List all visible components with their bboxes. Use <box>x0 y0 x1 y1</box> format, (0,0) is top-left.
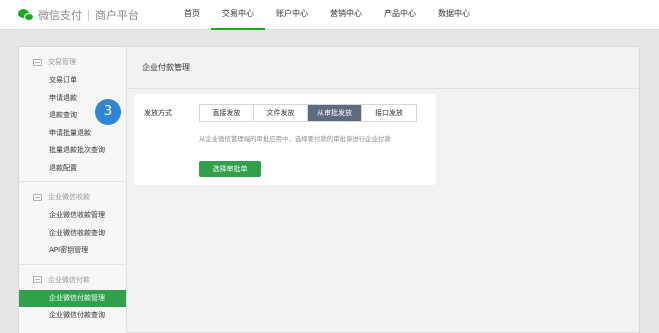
payment-method-card: 发放方式 直接发放 文件发放 从审批发放 接口发放 从企业微信管理端的审批应用中… <box>134 94 436 185</box>
sidebar-item-api-key[interactable]: API密钥管理 <box>19 242 126 260</box>
list-icon <box>33 58 42 66</box>
sidebar-group-label: 企业微信收款 <box>48 193 90 201</box>
method-label: 发放方式 <box>144 109 172 117</box>
sidebar-item-payment-manage[interactable]: 企业微信付款管理 <box>19 289 126 307</box>
tab-api[interactable]: 接口发放 <box>362 105 416 121</box>
step-badge: 3 <box>95 99 121 125</box>
sidebar-item-trade-orders[interactable]: 交易订单 <box>19 72 126 90</box>
sidebar-item-batch-refund[interactable]: 申请批量退款 <box>19 125 126 143</box>
main-nav: 首页 交易中心 账户中心 营销中心 产品中心 数据中心 <box>173 0 481 30</box>
nav-home[interactable]: 首页 <box>173 0 211 30</box>
sidebar: 交易管理 交易订单 申请退款 退款查询 申请批量退款 批量退款批次查询 退款配置… <box>19 47 127 333</box>
tab-direct[interactable]: 直接发放 <box>200 105 254 121</box>
method-description: 从企业微信管理端的审批应用中，选择要付款的审批单进行企业付款 <box>199 135 391 143</box>
page-title: 企业付款管理 <box>128 47 640 89</box>
brand-subtitle: 商户平台 <box>95 9 139 22</box>
list-icon <box>33 193 42 201</box>
nav-marketing-center[interactable]: 营销中心 <box>319 0 373 30</box>
method-tabs: 直接发放 文件发放 从审批发放 接口发放 <box>199 104 417 122</box>
tab-file[interactable]: 文件发放 <box>254 105 308 121</box>
sidebar-group-label: 企业微信付款 <box>48 275 90 284</box>
main-panel: 企业付款管理 发放方式 直接发放 文件发放 从审批发放 接口发放 从企业微信管理… <box>128 47 640 333</box>
nav-product-center[interactable]: 产品中心 <box>373 0 427 30</box>
brand-divider <box>88 9 89 21</box>
sidebar-group-title: 企业微信收款 <box>19 187 126 207</box>
nav-data-center[interactable]: 数据中心 <box>427 0 481 30</box>
nav-trade-center[interactable]: 交易中心 <box>211 0 265 30</box>
top-bar: 微信支付 商户平台 首页 交易中心 账户中心 营销中心 产品中心 数据中心 <box>0 0 659 30</box>
nav-account-center[interactable]: 账户中心 <box>265 0 319 30</box>
sidebar-group-title: 交易管理 <box>19 52 126 72</box>
brand-logo[interactable]: 微信支付 商户平台 <box>18 7 139 23</box>
sidebar-group-title: 企业微信付款 <box>19 270 126 290</box>
content-container: 交易管理 交易订单 申请退款 退款查询 申请批量退款 批量退款批次查询 退款配置… <box>18 46 640 333</box>
sidebar-item-collection-query[interactable]: 企业微信收款查询 <box>19 225 126 243</box>
sidebar-item-payment-query[interactable]: 企业微信付款查询 <box>19 307 126 325</box>
sidebar-item-refund-config[interactable]: 退款配置 <box>19 160 126 178</box>
wechat-pay-logo-icon <box>18 8 34 22</box>
brand-name: 微信支付 <box>38 9 82 22</box>
sidebar-group-payment: 企业微信付款 企业微信付款管理 企业微信付款查询 <box>19 270 126 329</box>
sidebar-group-label: 交易管理 <box>48 58 76 66</box>
select-approval-button[interactable]: 选择审批单 <box>199 161 261 177</box>
sidebar-group-collection: 企业微信收款 企业微信收款管理 企业微信收款查询 API密钥管理 <box>19 187 126 265</box>
tab-approval[interactable]: 从审批发放 <box>308 105 362 121</box>
sidebar-item-collection-manage[interactable]: 企业微信收款管理 <box>19 207 126 225</box>
list-icon <box>33 276 42 283</box>
sidebar-item-batch-refund-query[interactable]: 批量退款批次查询 <box>19 142 126 160</box>
